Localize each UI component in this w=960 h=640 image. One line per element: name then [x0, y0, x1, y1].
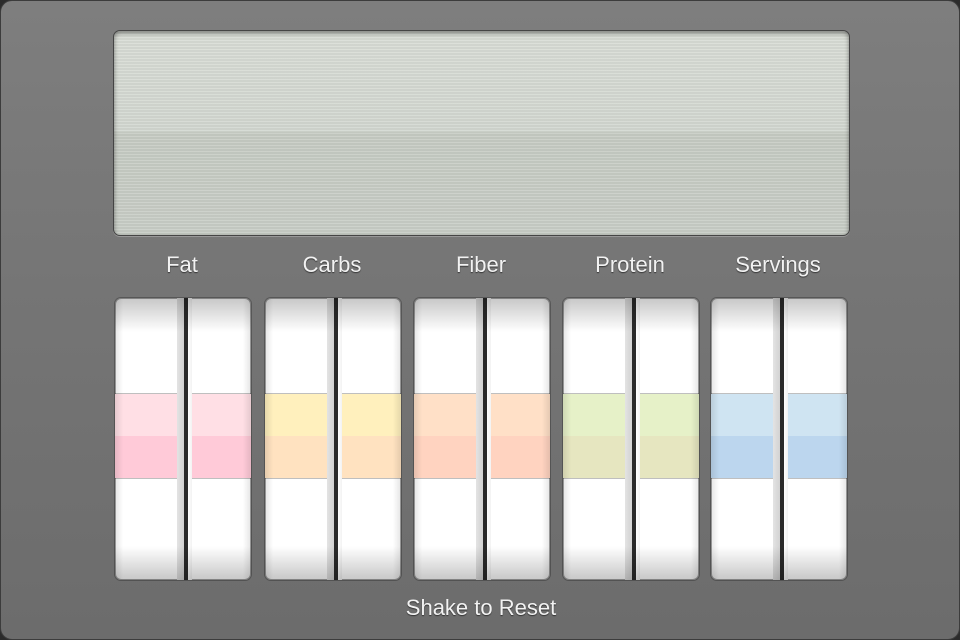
carbs-dial[interactable] [265, 298, 401, 580]
label-fiber: Fiber [455, 252, 507, 277]
protein-dial-divider [625, 298, 640, 580]
label-protein: Protein [595, 252, 665, 277]
carbs-dial-divider [327, 298, 342, 580]
protein-dial[interactable] [563, 298, 699, 580]
calculator-panel: Fat Carbs Fiber Protein Servings Shake t… [0, 0, 960, 640]
servings-dial-divider [773, 298, 788, 580]
fat-dial-divider [177, 298, 192, 580]
servings-dial[interactable] [711, 298, 847, 580]
label-fat: Fat [166, 252, 198, 277]
fat-dial[interactable] [115, 298, 251, 580]
fiber-dial[interactable] [414, 298, 550, 580]
label-carbs: Carbs [302, 252, 362, 277]
shake-to-reset-hint: Shake to Reset [405, 595, 557, 620]
fiber-dial-divider [476, 298, 491, 580]
lcd-display [113, 30, 850, 236]
label-servings: Servings [735, 252, 821, 277]
